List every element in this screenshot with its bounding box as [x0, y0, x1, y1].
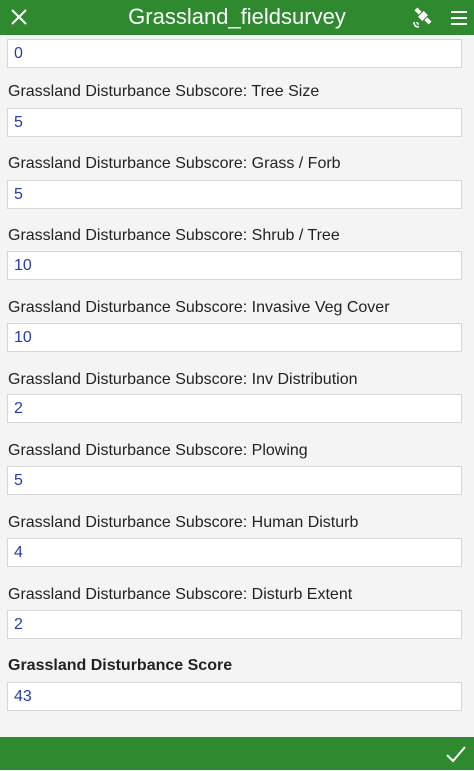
field-label: Grassland Disturbance Subscore: Disturb … [8, 586, 353, 603]
field-label: Grassland Disturbance Subscore: Invasive… [8, 299, 390, 316]
field-value-input[interactable]: 0 [7, 39, 462, 68]
field-value-input[interactable]: 2 [7, 610, 462, 639]
field-value-input[interactable]: 2 [7, 394, 462, 423]
total-score-label: Grassland Disturbance Score [8, 657, 233, 674]
app-title: Grassland_fieldsurvey [128, 4, 346, 29]
field-label: Grassland Disturbance Subscore: Inv Dist… [8, 371, 358, 388]
close-icon[interactable] [4, 2, 36, 34]
total-score-value: 43 [7, 682, 462, 711]
checkmark-icon[interactable] [444, 742, 468, 766]
field-value-input[interactable]: 5 [7, 466, 462, 495]
field-value-input[interactable]: 4 [7, 538, 462, 567]
field-label: Grassland Disturbance Subscore: Plowing [8, 442, 308, 459]
app-header: Grassland_fieldsurvey [0, 0, 474, 35]
footer-bar [0, 737, 474, 770]
field-value-input[interactable]: 5 [7, 108, 462, 137]
form-body[interactable]: 0 Grassland Disturbance Subscore: Tree S… [0, 35, 474, 737]
field-value-input[interactable]: 10 [7, 251, 462, 280]
satellite-icon[interactable] [410, 4, 436, 30]
field-value-input[interactable]: 10 [7, 323, 462, 352]
field-label: Grassland Disturbance Subscore: Tree Siz… [8, 83, 320, 100]
field-value-input[interactable]: 5 [7, 180, 462, 209]
field-label: Grassland Disturbance Subscore: Grass / … [8, 155, 341, 172]
hamburger-menu-icon[interactable] [446, 5, 472, 31]
field-label: Grassland Disturbance Subscore: Human Di… [8, 514, 359, 531]
field-label: Grassland Disturbance Subscore: Shrub / … [8, 227, 340, 244]
